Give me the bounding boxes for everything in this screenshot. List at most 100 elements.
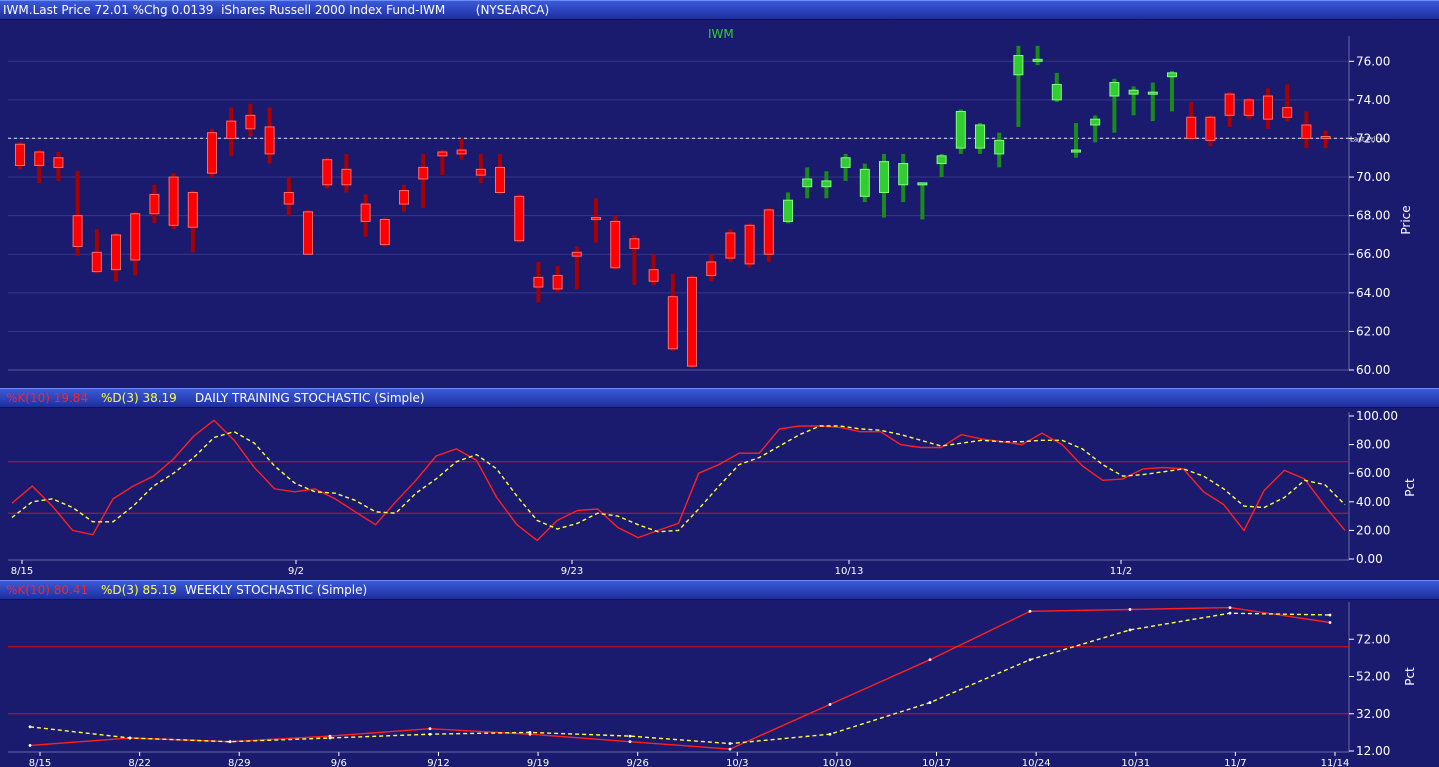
candle-body xyxy=(514,195,525,242)
candle-body xyxy=(955,110,966,149)
data-point xyxy=(328,736,332,740)
candle-body xyxy=(1301,124,1312,139)
candle-body xyxy=(264,126,275,155)
candle-body xyxy=(1263,95,1273,120)
stoch-x-tick-label: 10/13 xyxy=(835,566,864,577)
stoch-y-tick-label: 72.00 xyxy=(1356,632,1390,646)
candle-body xyxy=(379,219,390,246)
candle-body xyxy=(533,276,544,288)
data-point xyxy=(1128,608,1132,611)
candle-body xyxy=(322,159,333,186)
candle-body xyxy=(975,124,985,149)
candle-body xyxy=(187,191,198,228)
candle-body xyxy=(437,151,448,157)
price-y-tick-label: 66.00 xyxy=(1356,247,1390,261)
candle-body xyxy=(1167,72,1177,78)
candle-body xyxy=(994,139,1005,155)
stoch-y-tick-label: 32.00 xyxy=(1356,707,1390,721)
daily-stochastic-title: DAILY TRAINING STOCHASTIC (Simple) xyxy=(195,391,425,405)
weekly-d-label: %D(3) 85.19 xyxy=(101,583,177,597)
candle-body xyxy=(34,151,45,166)
candle-body xyxy=(207,132,217,174)
candle-wick xyxy=(594,198,598,243)
candle-body xyxy=(1205,116,1216,141)
stoch-x-tick-label: 10/24 xyxy=(1022,758,1051,767)
daily-stochastic-pane[interactable]: 0.00 20.00 40.00 60.00 80.00 100.00 Pct 8/15 9/2… xyxy=(0,408,1439,580)
data-point xyxy=(1128,628,1132,632)
weekly-stochastic-pane[interactable]: 12.00 32.00 52.00 72.00 Pct 8/15 8/22 8/29 9/6 9/… xyxy=(0,600,1439,767)
data-point xyxy=(628,740,632,744)
candle-body xyxy=(936,155,947,165)
symbol-label: IWM xyxy=(708,27,734,41)
data-point xyxy=(428,727,432,731)
candle-body xyxy=(1320,136,1331,140)
data-point xyxy=(928,658,932,662)
data-point xyxy=(728,742,732,745)
stoch-x-tick-label: 10/10 xyxy=(823,758,852,767)
candle-body xyxy=(245,114,256,130)
candle-body xyxy=(168,176,179,226)
d-line xyxy=(11,425,1346,533)
candle-body xyxy=(917,182,928,186)
data-point xyxy=(628,734,632,738)
data-point xyxy=(428,732,432,736)
stoch-x-tick-label: 10/17 xyxy=(922,758,951,767)
price-y-tick-label: 60.00 xyxy=(1356,363,1390,377)
daily-k-label: %K(10) 19.84 xyxy=(6,391,89,405)
stoch-x-tick-label: 9/2 xyxy=(288,566,304,577)
price-y-tick-label: 68.00 xyxy=(1356,209,1390,223)
price-y-tick-label: 76.00 xyxy=(1356,54,1390,68)
candle-body xyxy=(226,120,237,139)
stoch-y-tick-label: 100.00 xyxy=(1356,409,1398,423)
data-point xyxy=(28,744,32,747)
candle-wick xyxy=(1074,123,1078,158)
chart-title-bar: IWM.Last Price 72.01 %Chg 0.0139 iShares… xyxy=(0,0,1439,20)
k-line xyxy=(29,606,1331,750)
data-point xyxy=(128,736,132,740)
candle-body xyxy=(591,217,601,221)
candle-body xyxy=(802,178,813,188)
candle-body xyxy=(744,224,755,265)
candle-wick xyxy=(1323,130,1328,149)
candle-body xyxy=(495,166,505,193)
weekly-stochastic-chart: 12.00 32.00 52.00 72.00 Pct 8/15 8/22 8/29 9/6 9/… xyxy=(8,602,1417,767)
stoch-y-tick-label: 60.00 xyxy=(1356,466,1390,480)
security-title: IWM.Last Price 72.01 %Chg 0.0139 iShares… xyxy=(3,3,550,17)
price-y-tick-label: 74.00 xyxy=(1356,93,1390,107)
candle-body xyxy=(1109,82,1120,97)
candle-body xyxy=(418,166,429,180)
price-pane[interactable]: 60.00 62.00 64.00 66.00 68.00 70.00 72.00 74.00… xyxy=(0,20,1439,388)
candle-body xyxy=(149,193,160,215)
candle-body xyxy=(821,180,832,188)
candle-body xyxy=(1071,149,1081,153)
candle-body xyxy=(571,251,582,257)
stoch-x-tick-label: 10/31 xyxy=(1121,758,1150,767)
data-point xyxy=(528,730,532,734)
candle-body xyxy=(456,149,467,155)
candle-body xyxy=(303,211,313,255)
stoch-x-tick-label: 8/15 xyxy=(11,566,33,577)
candle-body xyxy=(1013,55,1024,76)
candle-wick xyxy=(478,153,483,183)
candle-wick xyxy=(1150,82,1155,122)
candle-body xyxy=(1032,58,1043,62)
candle-body xyxy=(1090,118,1101,126)
last-price-label: Last Price xyxy=(1350,135,1384,143)
stoch-x-tick-label: 9/23 xyxy=(561,566,583,577)
data-point xyxy=(728,747,732,751)
candle-body xyxy=(725,232,736,259)
data-point xyxy=(28,725,32,729)
data-point xyxy=(828,703,832,706)
data-point xyxy=(828,732,832,736)
candle-body xyxy=(111,234,121,271)
data-point xyxy=(1228,611,1232,615)
data-point xyxy=(928,701,932,704)
candle-body xyxy=(552,274,563,290)
stoch-x-tick-label: 8/15 xyxy=(29,758,51,767)
price-chart: 60.0062.0064.0066.0068.0070.0072.0074.00… xyxy=(8,27,1413,377)
candle-body xyxy=(475,168,486,176)
stoch-x-tick-label: 9/26 xyxy=(626,758,648,767)
candle-wick xyxy=(421,153,426,208)
candle-body xyxy=(648,269,659,282)
candle-body xyxy=(859,168,870,197)
